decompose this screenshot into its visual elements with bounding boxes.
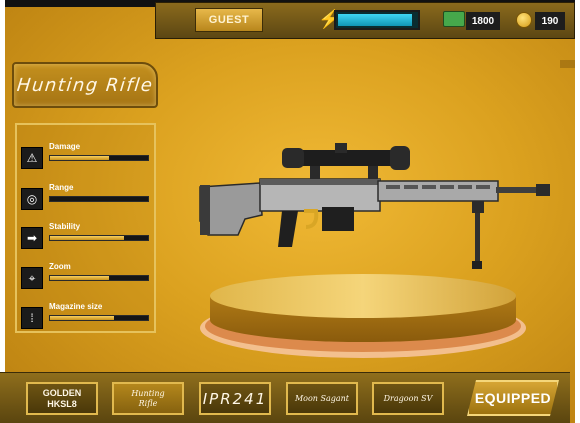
stat-row-damage: ⚠ Damage bbox=[21, 141, 152, 171]
weapon-tab-golden-hksl8[interactable]: GOLDEN HKSL8 bbox=[26, 382, 98, 415]
weapon-tab-hunting-rifle[interactable]: Hunting Rifle bbox=[112, 382, 184, 415]
weapon-tab-label: GOLDEN HKSL8 bbox=[42, 387, 82, 409]
stat-bar bbox=[49, 235, 149, 241]
stat-bar bbox=[49, 275, 149, 281]
cash-icon bbox=[443, 11, 465, 27]
decorative-notch bbox=[560, 60, 575, 68]
stat-label: Zoom bbox=[49, 262, 71, 271]
stat-label: Range bbox=[49, 183, 74, 192]
weapon-tab-ipr241[interactable]: IPR241 bbox=[199, 382, 271, 415]
stat-bar bbox=[49, 196, 149, 202]
player-name: GUEST bbox=[208, 14, 250, 26]
stats-panel: ⚠ Damage ◎ Range ➡ Stability ⌖ Zoom ⁞ Ma… bbox=[15, 123, 156, 333]
stat-row-range: ◎ Range bbox=[21, 182, 152, 212]
weapon-tab-label: Dragoon SV bbox=[383, 394, 433, 403]
stat-label: Stability bbox=[49, 222, 81, 231]
stat-fill bbox=[50, 316, 114, 320]
lightning-icon: ⚡ bbox=[318, 9, 341, 29]
weapon-tab-label: IPR241 bbox=[202, 389, 268, 408]
ammo-icon: ⁞ bbox=[21, 307, 43, 329]
weapon-tab-dragoon-sv[interactable]: Dragoon SV bbox=[372, 382, 444, 415]
weapon-tab-label: Hunting Rifle bbox=[131, 388, 165, 408]
player-name-button[interactable]: GUEST bbox=[195, 8, 263, 32]
coin-icon bbox=[516, 12, 532, 28]
stat-bar bbox=[49, 155, 149, 161]
stat-row-stability: ➡ Stability bbox=[21, 221, 152, 251]
weapon-tab-label: Moon Sagant bbox=[294, 394, 350, 403]
stat-label: Magazine size bbox=[49, 302, 103, 311]
energy-bar bbox=[334, 10, 420, 30]
stat-fill bbox=[50, 236, 124, 240]
stat-bar bbox=[49, 315, 149, 321]
warning-triangle-icon: ⚠ bbox=[21, 147, 43, 169]
weapon-title: Hunting Rifle bbox=[15, 74, 155, 96]
stat-row-magazine: ⁞ Magazine size bbox=[21, 301, 152, 331]
coin-display[interactable]: 190 bbox=[535, 12, 565, 30]
weapon-title-banner: Hunting Rifle bbox=[12, 62, 158, 108]
cash-display[interactable]: 1800 bbox=[466, 12, 500, 30]
stat-label: Damage bbox=[49, 142, 81, 151]
cash-amount: 1800 bbox=[471, 15, 495, 27]
display-pedestal bbox=[200, 274, 526, 358]
energy-fill bbox=[338, 14, 413, 26]
arrow-right-icon: ➡ bbox=[21, 227, 43, 249]
crosshair-icon: ⌖ bbox=[21, 267, 43, 289]
stat-fill bbox=[50, 276, 109, 280]
stat-row-zoom: ⌖ Zoom bbox=[21, 261, 152, 291]
target-icon: ◎ bbox=[21, 188, 43, 210]
rifle-model bbox=[199, 143, 550, 269]
equipped-button[interactable]: EQUIPPED bbox=[467, 380, 559, 416]
equipped-label: EQUIPPED bbox=[474, 390, 552, 406]
stat-fill bbox=[50, 156, 109, 160]
weapon-tab-moon-sagant[interactable]: Moon Sagant bbox=[286, 382, 358, 415]
coin-amount: 190 bbox=[541, 15, 559, 27]
